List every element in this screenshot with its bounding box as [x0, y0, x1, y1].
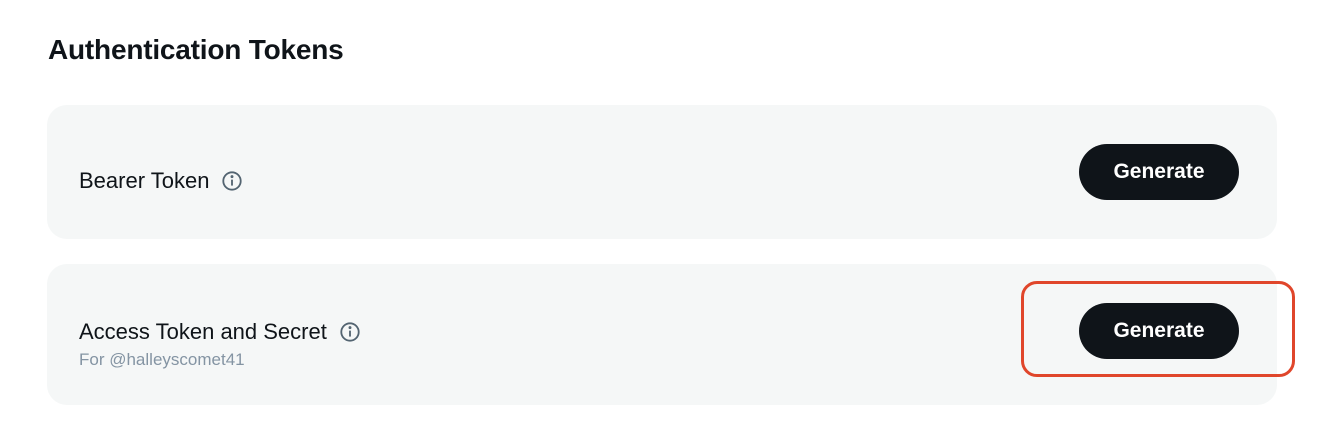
section-title: Authentication Tokens — [48, 34, 344, 65]
access-token-label: Access Token and Secret — [79, 319, 327, 344]
info-circle-icon[interactable] — [339, 321, 361, 343]
access-token-user-handle: For @halleyscomet41 — [79, 350, 245, 369]
bearer-token-label-row: Bearer Token — [79, 167, 243, 195]
highlight-box — [1021, 281, 1295, 377]
access-token-label-row: Access Token and Secret — [79, 318, 361, 346]
info-circle-icon[interactable] — [221, 170, 243, 192]
bearer-token-generate-button[interactable]: Generate — [1079, 144, 1239, 200]
bearer-token-card: Bearer Token Generate — [47, 105, 1277, 239]
bearer-token-label: Bearer Token — [79, 168, 210, 193]
